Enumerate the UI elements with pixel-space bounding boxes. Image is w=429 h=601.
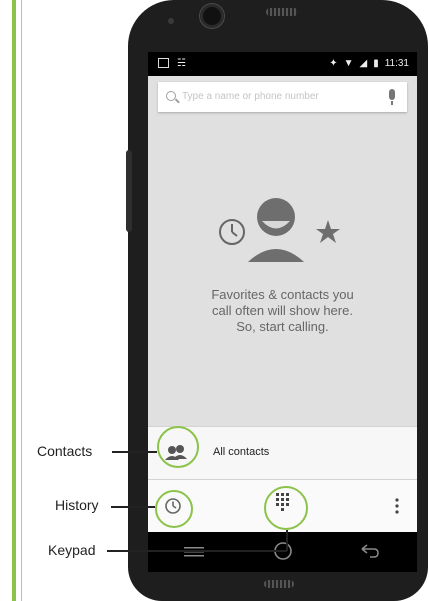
empty-state-message: Favorites & contacts you call often will… [211,287,354,334]
earpiece-grille [266,8,298,16]
bluetooth-icon: ✦ [329,58,338,69]
search-icon [166,91,176,101]
keypad-callout-line [107,550,287,552]
contacts-highlight-ring [157,426,199,468]
search-input[interactable]: Type a name or phone number [182,91,319,102]
person-icon [248,198,304,262]
history-callout-line [111,506,155,508]
margin-accent-bar [12,0,16,601]
speaker-grille [264,580,294,588]
keypad-callout-connector [286,530,288,551]
margin-rule [21,0,22,601]
sensor [168,18,174,24]
history-highlight-ring [155,490,193,528]
keypad-callout-label: Keypad [48,542,96,558]
signal-icon: ◢ [359,58,368,69]
overflow-menu-icon[interactable] [394,497,400,515]
all-contacts-label[interactable]: All contacts [213,446,269,458]
history-callout-label: History [55,497,99,513]
wifi-icon: ▼ [343,58,354,69]
front-camera [200,4,224,28]
contacts-callout-label: Contacts [37,443,93,459]
contacts-callout-line [112,451,157,453]
menu-icon[interactable] [184,546,204,558]
battery-icon: ▮ [373,58,379,69]
keypad-highlight-ring [264,486,308,530]
usb-icon: ☵ [177,58,186,69]
clock: 11:31 [384,58,409,69]
back-icon[interactable] [360,544,380,558]
microphone-icon[interactable] [389,89,395,105]
recent-clock-icon [219,219,245,245]
search-bar[interactable]: Type a name or phone number [158,82,407,112]
system-nav-bar [148,532,417,572]
volume-button [126,150,132,232]
status-bar: ☵ ✦ ▼ ◢ ▮ 11:31 [148,52,417,76]
notification-icon [158,58,169,68]
star-icon [316,220,340,243]
empty-state-illustration [219,198,340,262]
